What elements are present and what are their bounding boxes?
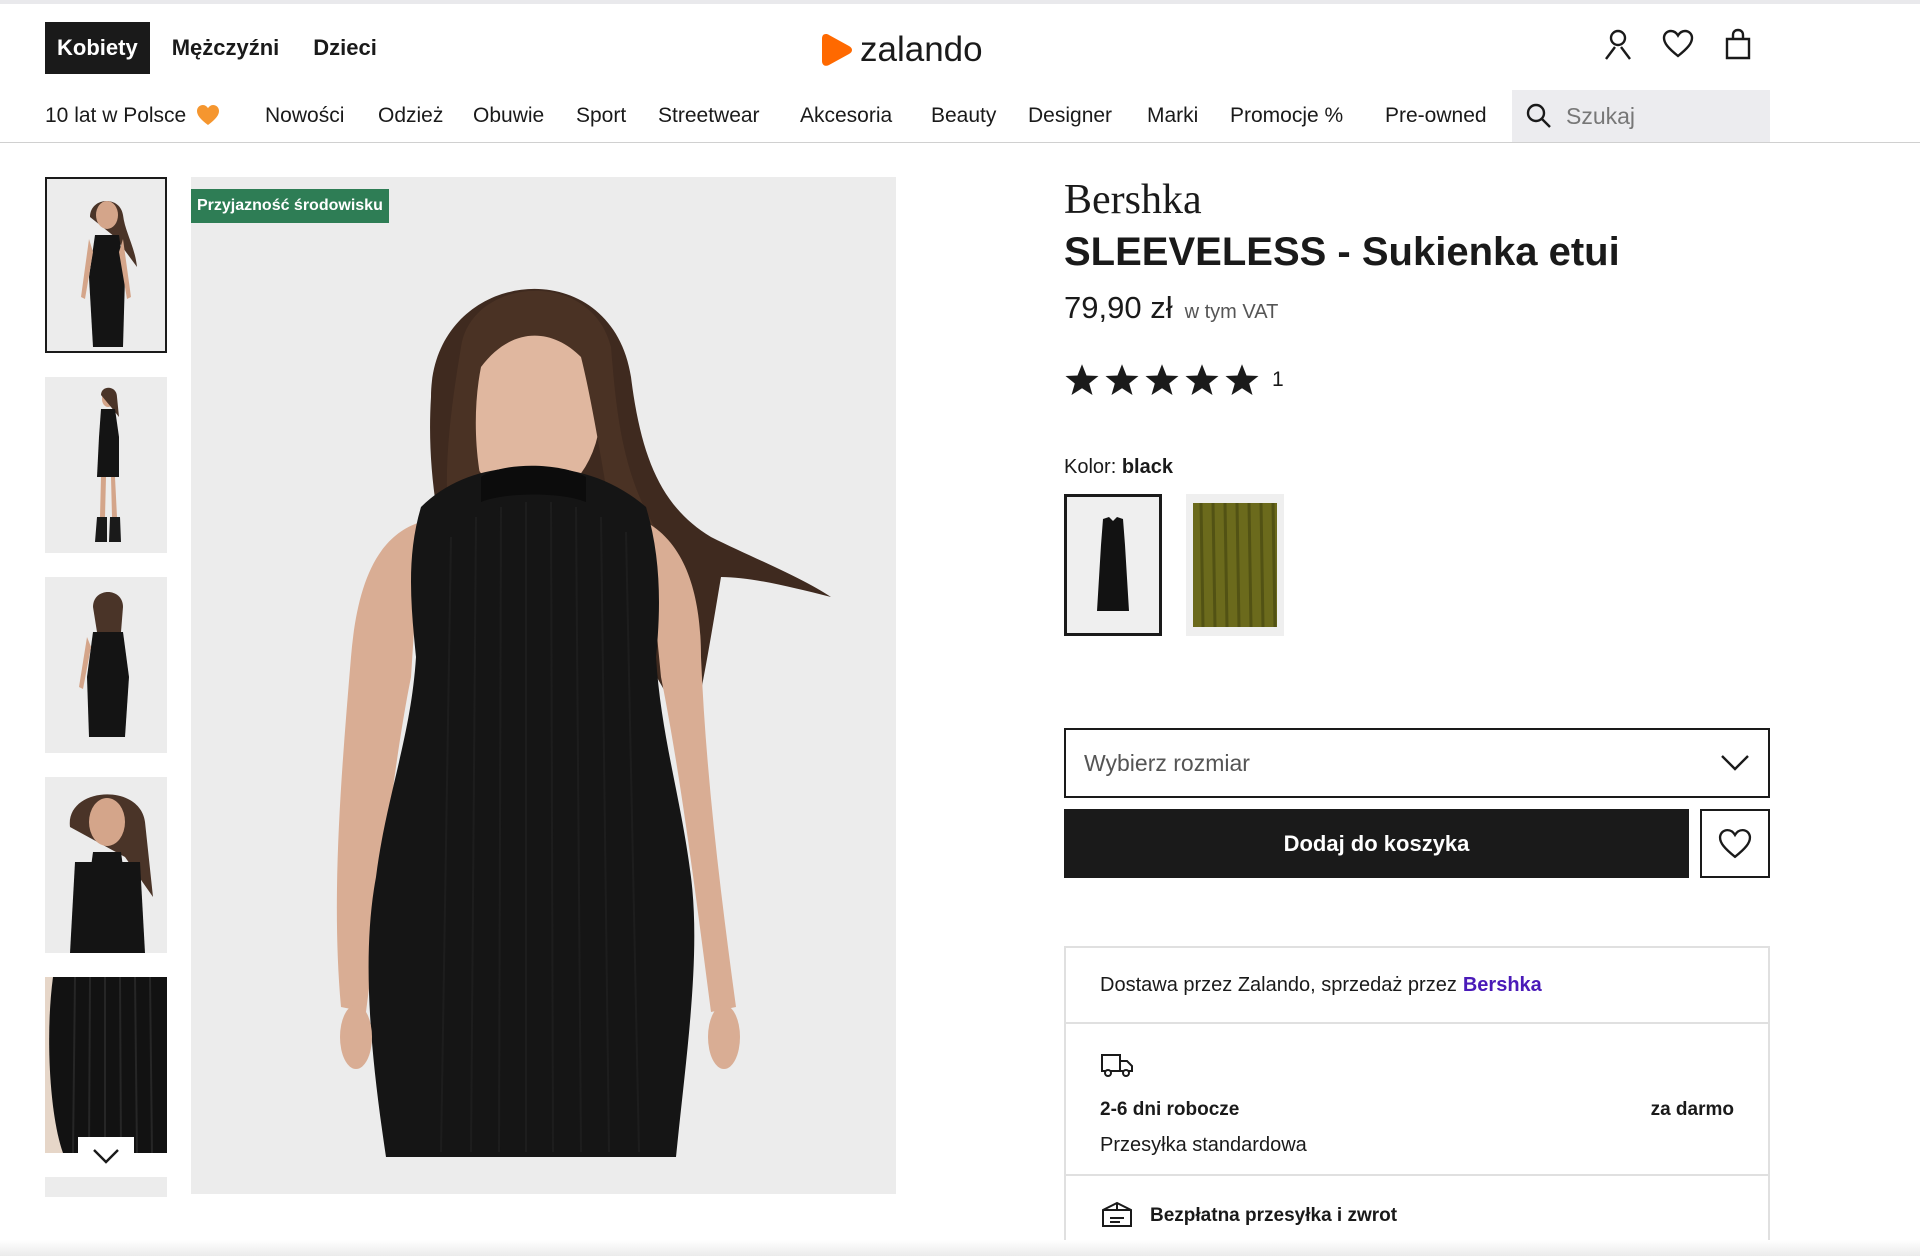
color-swatch-black[interactable]	[1064, 494, 1162, 636]
nav-item-pre-owned[interactable]: Pre-owned	[1385, 104, 1487, 128]
product-title: SLEEVELESS - Sukienka etui	[1064, 230, 1620, 274]
thumbnail-list	[45, 177, 167, 1221]
delivery-days: 2-6 dni robocze	[1100, 1099, 1240, 1120]
returns-text: Bezpłatna przesyłka i zwrot	[1150, 1205, 1398, 1226]
zalando-logo-icon	[822, 34, 852, 66]
user-icon[interactable]	[1600, 26, 1636, 62]
color-value: black	[1121, 456, 1173, 478]
tab-kobiety[interactable]: Kobiety	[45, 22, 150, 74]
package-return-icon	[1102, 1201, 1132, 1227]
star-icon	[1225, 364, 1259, 395]
seller-link[interactable]: Bershka	[1463, 974, 1542, 997]
header-divider	[0, 142, 1920, 143]
star-icon	[1065, 364, 1099, 395]
nav-item-akcesoria[interactable]: Akcesoria	[800, 104, 892, 128]
product-price: 79,90 zł	[1064, 290, 1173, 325]
nav-promo-10-lat[interactable]: 10 lat w Polsce	[45, 104, 220, 128]
nav-item-odziez[interactable]: Odzież	[378, 104, 443, 128]
thumbnail-3[interactable]	[45, 577, 167, 753]
chevron-down-icon	[1721, 755, 1749, 771]
zalando-logo[interactable]: zalando	[820, 28, 983, 72]
search-input[interactable]	[1566, 102, 1756, 130]
color-swatch-olive[interactable]	[1186, 494, 1284, 636]
orange-heart-icon	[197, 105, 220, 125]
thumbnail-1[interactable]	[45, 177, 167, 353]
gender-tabs: Kobiety Mężczyźni Dzieci	[45, 22, 389, 74]
thumbnail-2[interactable]	[45, 377, 167, 553]
top-border	[0, 0, 1920, 4]
tab-mezczyzni[interactable]: Mężczyźni	[160, 22, 292, 74]
delivery-info: Dostawa przez Zalando, sprzedaż przez Be…	[1064, 946, 1770, 1256]
rating-count: 1	[1272, 368, 1284, 391]
nav-item-obuwie[interactable]: Obuwie	[473, 104, 544, 128]
rating[interactable]: 1	[1064, 362, 1284, 398]
add-to-cart-button[interactable]: Dodaj do koszyka	[1064, 809, 1689, 878]
shipping-row: 2-6 dni robocze za darmo Przesyłka stand…	[1066, 1024, 1768, 1176]
thumbnail-6[interactable]	[45, 1177, 167, 1197]
logo-text: zalando	[860, 30, 983, 69]
shopping-bag-icon[interactable]	[1720, 26, 1756, 62]
product-brand[interactable]: Bershka	[1064, 176, 1202, 224]
thumbnail-5[interactable]	[45, 977, 167, 1153]
size-select[interactable]: Wybierz rozmiar	[1064, 728, 1770, 798]
header-icons	[1600, 26, 1756, 62]
heart-icon	[1718, 828, 1752, 858]
color-label: Kolor: black	[1064, 456, 1173, 479]
nav-item-promocje[interactable]: Promocje %	[1230, 104, 1343, 128]
main-product-image[interactable]	[191, 177, 896, 1194]
nav-item-sport[interactable]: Sport	[576, 104, 626, 128]
thumbnail-4[interactable]	[45, 777, 167, 953]
nav-item-streetwear[interactable]: Streetwear	[658, 104, 760, 128]
nav-item-nowosci[interactable]: Nowości	[265, 104, 344, 128]
seller-row: Dostawa przez Zalando, sprzedaż przez Be…	[1066, 948, 1768, 1024]
price-row: 79,90 zł w tym VAT	[1064, 290, 1278, 326]
seller-text: Dostawa przez Zalando, sprzedaż przez	[1100, 973, 1457, 996]
tab-dzieci[interactable]: Dzieci	[301, 22, 389, 74]
star-icon	[1105, 364, 1139, 395]
star-icon	[1145, 364, 1179, 395]
main-nav: 10 lat w Polsce Nowości Odzież Obuwie Sp…	[45, 104, 1495, 134]
thumbnails-scroll-down-button[interactable]	[78, 1137, 134, 1175]
nav-promo-label: 10 lat w Polsce	[45, 104, 187, 127]
truck-icon	[1101, 1054, 1133, 1077]
delivery-method: Przesyłka standardowa	[1100, 1134, 1307, 1156]
bottom-scroll-shade	[0, 1240, 1920, 1256]
eco-badge: Przyjazność środowisku	[191, 189, 389, 223]
nav-item-marki[interactable]: Marki	[1147, 104, 1198, 128]
color-label-prefix: Kolor:	[1064, 456, 1117, 478]
chevron-down-icon	[93, 1149, 119, 1164]
add-to-wishlist-button[interactable]	[1700, 809, 1770, 878]
delivery-cost: za darmo	[1650, 1099, 1734, 1120]
search-bar[interactable]	[1512, 90, 1770, 142]
size-placeholder: Wybierz rozmiar	[1084, 749, 1250, 776]
search-icon	[1526, 103, 1551, 128]
nav-item-beauty[interactable]: Beauty	[931, 104, 996, 128]
star-icon	[1185, 364, 1219, 395]
nav-item-designer[interactable]: Designer	[1028, 104, 1112, 128]
vat-note: w tym VAT	[1184, 301, 1279, 323]
wishlist-heart-icon[interactable]	[1660, 26, 1696, 62]
